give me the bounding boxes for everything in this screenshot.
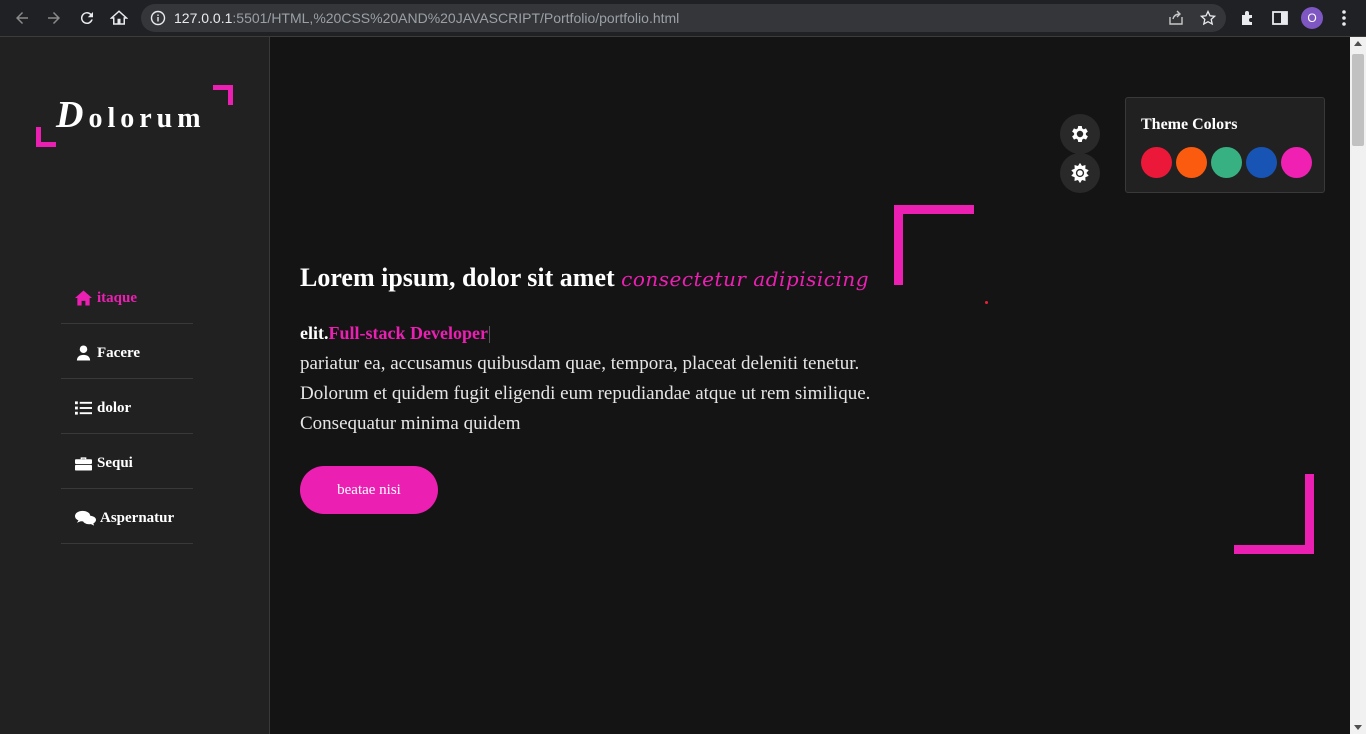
hero-headline: Lorem ipsum, dolor sit amet consectetur …	[300, 263, 869, 293]
decorative-corner-top-left	[894, 205, 974, 285]
decorative-dot	[985, 301, 988, 304]
nav-item-aspernatur[interactable]: Aspernatur	[61, 489, 193, 544]
nav-item-sequi[interactable]: Sequi	[61, 434, 193, 489]
theme-panel-title: Theme Colors	[1141, 116, 1238, 133]
nav-item-label: Facere	[97, 344, 141, 361]
browser-toolbar: 127.0.0.1:5501/HTML,%20CSS%20AND%20JAVAS…	[0, 0, 1366, 37]
logo[interactable]: Dolorum	[36, 85, 233, 147]
side-panel-icon[interactable]	[1271, 9, 1289, 27]
bookmark-star-icon[interactable]	[1200, 10, 1216, 26]
comments-icon	[75, 510, 98, 526]
nav-item-label: dolor	[97, 399, 132, 416]
sun-icon	[1071, 162, 1089, 184]
profile-initial: O	[1307, 11, 1317, 25]
scroll-up-arrow-icon[interactable]	[1354, 41, 1362, 46]
home-icon	[75, 290, 95, 306]
profile-avatar[interactable]: O	[1301, 7, 1323, 29]
cta-button[interactable]: beatae nisi	[300, 466, 438, 514]
color-swatch-red[interactable]	[1141, 147, 1172, 178]
home-icon[interactable]	[108, 7, 130, 29]
url-path: :5501/HTML,%20CSS%20AND%20JAVASCRIPT/Por…	[232, 10, 680, 26]
typed-role: Full-stack Developer	[328, 323, 488, 343]
logo-rest: olorum	[88, 103, 206, 134]
list-icon	[75, 400, 95, 416]
page-scrollbar[interactable]	[1350, 37, 1366, 734]
color-swatch-pink[interactable]	[1281, 147, 1312, 178]
url-text[interactable]: 127.0.0.1:5501/HTML,%20CSS%20AND%20JAVAS…	[174, 10, 679, 26]
sidebar: Dolorum itaque Facere dolor Sequi Aspern…	[0, 37, 270, 734]
logo-corner-top-right	[213, 85, 233, 105]
user-icon	[75, 345, 95, 361]
nav-menu: itaque Facere dolor Sequi Aspernatur	[61, 269, 193, 544]
scroll-down-arrow-icon[interactable]	[1354, 725, 1362, 730]
color-swatches	[1141, 147, 1312, 178]
gear-icon	[1072, 126, 1088, 142]
nav-item-label: Sequi	[97, 454, 133, 471]
settings-button[interactable]	[1060, 114, 1100, 154]
nav-item-facere[interactable]: Facere	[61, 324, 193, 379]
theme-colors-panel: Theme Colors	[1125, 97, 1325, 193]
address-bar[interactable]: 127.0.0.1:5501/HTML,%20CSS%20AND%20JAVAS…	[141, 4, 1226, 32]
hero-headline-accent: consectetur adipisicing	[621, 267, 870, 291]
back-arrow-icon[interactable]	[11, 7, 33, 29]
hero-paragraph: pariatur ea, accusamus quibusdam quae, t…	[300, 353, 871, 434]
info-icon[interactable]	[150, 10, 166, 26]
main-content: Lorem ipsum, dolor sit amet consectetur …	[270, 37, 1350, 734]
nav-item-label: itaque	[97, 289, 138, 306]
scrollbar-thumb[interactable]	[1352, 54, 1364, 146]
reload-icon[interactable]	[76, 7, 98, 29]
briefcase-icon	[75, 455, 95, 471]
nav-item-dolor[interactable]: dolor	[61, 379, 193, 434]
more-menu-icon[interactable]	[1336, 9, 1352, 27]
url-host: 127.0.0.1	[174, 10, 233, 26]
logo-corner-bottom-left	[36, 127, 56, 147]
typed-prefix: elit.	[300, 323, 329, 343]
color-swatch-blue[interactable]	[1246, 147, 1277, 178]
forward-arrow-icon[interactable]	[43, 7, 65, 29]
hero-headline-text: Lorem ipsum, dolor sit amet	[300, 263, 622, 292]
decorative-corner-bottom-right	[1234, 474, 1314, 554]
extensions-icon[interactable]	[1239, 9, 1257, 27]
typing-cursor	[488, 326, 490, 344]
logo-initial: D	[56, 94, 89, 136]
color-swatch-green[interactable]	[1211, 147, 1242, 178]
nav-item-itaque[interactable]: itaque	[61, 269, 193, 324]
typed-role-line: elit.Full-stack Developer	[300, 323, 490, 344]
logo-text: Dolorum	[56, 93, 206, 137]
nav-item-label: Aspernatur	[100, 509, 175, 526]
color-swatch-orange[interactable]	[1176, 147, 1207, 178]
share-icon[interactable]	[1168, 10, 1184, 26]
theme-mode-button[interactable]	[1060, 153, 1100, 193]
